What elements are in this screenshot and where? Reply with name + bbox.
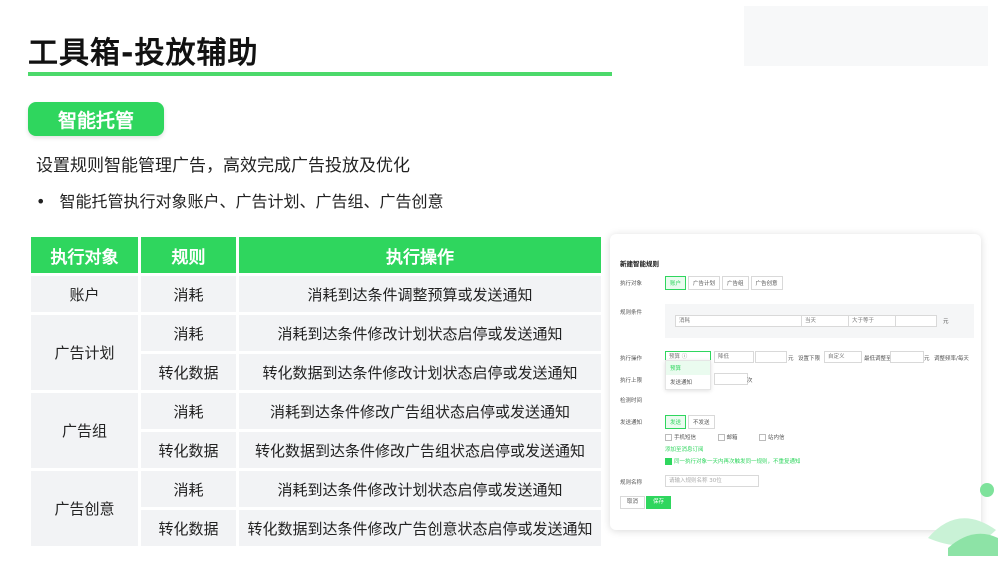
- condition-scope-select[interactable]: 当天: [801, 315, 849, 327]
- label-check-time: 检测时间: [620, 398, 643, 404]
- notify-subscribe-link[interactable]: 添加至消息订阅: [665, 445, 704, 453]
- operation-limit-value: 自定义: [828, 354, 845, 360]
- dropdown-option-budget[interactable]: 预算: [666, 361, 710, 375]
- table-header-row: 执行对象 规则 执行操作: [31, 237, 601, 273]
- target-option-group[interactable]: 广告组: [722, 276, 749, 290]
- notify-segment: 发送 不发送: [665, 415, 717, 429]
- bullet-text: 智能托管执行对象账户、广告计划、广告组、广告创意: [59, 192, 444, 211]
- label-condition: 规则条件: [620, 310, 643, 316]
- condition-scope-value: 当天: [805, 318, 817, 324]
- save-button[interactable]: 保存: [646, 496, 672, 509]
- cell-action: 转化数据到达条件修改计划状态启停或发送通知: [239, 354, 601, 390]
- checkbox-email[interactable]: [717, 434, 725, 441]
- table-row: 广告组 消耗 消耗到达条件修改广告组状态启停或发送通知: [31, 393, 601, 468]
- condition-metric-select[interactable]: 消耗: [675, 315, 803, 327]
- target-segment: 账户 广告计划 广告组 广告创意: [665, 276, 785, 290]
- header-rule: 规则: [141, 237, 236, 273]
- section-subtitle: 设置规则智能管理广告，高效完成广告投放及优化: [36, 156, 410, 176]
- cell-rule: 转化数据: [141, 432, 236, 468]
- table-row: 广告创意 消耗 消耗到达条件修改计划状态启停或发送通知: [31, 471, 601, 546]
- page-title: 工具箱-投放辅助: [28, 36, 259, 71]
- condition-box: 消耗 当天 大于等于 元: [665, 304, 974, 338]
- checkbox-no-repeat[interactable]: [665, 458, 672, 465]
- limit-unit: 次: [747, 378, 753, 384]
- rule-form-screenshot: 新建智能规则 执行对象 账户 广告计划 广告组 广告创意 规则条件 消耗 当天 …: [610, 234, 981, 530]
- label-target: 执行对象: [620, 281, 643, 287]
- cell-rule: 消耗: [141, 471, 236, 507]
- cell-action: 消耗到达条件调整预算或发送通知: [239, 276, 601, 312]
- checkbox-sms[interactable]: [665, 434, 672, 441]
- cell-object: 广告创意: [31, 471, 138, 546]
- operation-amount-input[interactable]: [755, 351, 787, 363]
- rules-table: 执行对象 规则 执行操作 账户 消耗 消耗到达条件调整预算或发送通知 广告计划 …: [28, 234, 604, 549]
- cell-rule: 转化数据: [141, 354, 236, 390]
- label-name: 规则名称: [620, 480, 643, 486]
- condition-metric-value: 消耗: [679, 318, 691, 324]
- decorative-leaf: [928, 518, 998, 556]
- cell-rule: 消耗: [141, 393, 236, 429]
- cell-action: 消耗到达条件修改计划状态启停或发送通知: [239, 315, 601, 351]
- operation-limit-label: 设置下限: [798, 356, 821, 362]
- target-option-account[interactable]: 账户: [665, 276, 687, 290]
- cell-object: 广告计划: [31, 315, 138, 390]
- operation-unit: 元: [788, 356, 794, 362]
- checkbox-inbox[interactable]: [759, 434, 767, 441]
- channel-email: 邮箱: [726, 435, 738, 441]
- decorative-dot: [980, 483, 994, 497]
- operation-type-select[interactable]: 降低: [714, 351, 754, 363]
- cell-action: 消耗到达条件修改广告组状态启停或发送通知: [239, 393, 601, 429]
- operation-limit-select[interactable]: 自定义: [824, 351, 862, 363]
- cell-rule: 消耗: [141, 315, 236, 351]
- target-option-plan[interactable]: 广告计划: [688, 276, 721, 290]
- cell-object: 账户: [31, 276, 138, 312]
- cell-rule: 消耗: [141, 276, 236, 312]
- header-action: 执行操作: [239, 237, 601, 273]
- cancel-button[interactable]: 取消: [620, 496, 646, 509]
- header-object: 执行对象: [31, 237, 138, 273]
- title-underline: [28, 72, 612, 76]
- operation-floor-input[interactable]: [890, 351, 924, 363]
- cell-object: 广告组: [31, 393, 138, 468]
- operation-type-value: 降低: [718, 354, 730, 360]
- table-row: 广告计划 消耗 消耗到达条件修改计划状态启停或发送通知: [31, 315, 601, 390]
- top-right-placeholder: [744, 6, 988, 66]
- cell-rule: 转化数据: [141, 510, 236, 546]
- limit-select[interactable]: [714, 373, 748, 385]
- label-limit: 执行上限: [620, 378, 643, 384]
- rule-name-placeholder: 请输入规则名称 30位: [669, 478, 722, 484]
- condition-operator-select[interactable]: 大于等于: [848, 315, 896, 327]
- rule-name-input[interactable]: 请输入规则名称 30位: [665, 475, 759, 487]
- label-operation: 执行操作: [620, 356, 643, 362]
- notify-option-send[interactable]: 发送: [665, 415, 687, 429]
- condition-value-input[interactable]: [895, 315, 937, 327]
- bullet-marker: •: [36, 192, 46, 211]
- notify-option-nosend[interactable]: 不发送: [688, 415, 715, 429]
- notify-channels: 手机短信 邮箱 站内信: [665, 433, 785, 441]
- channel-sms: 手机短信: [674, 435, 697, 441]
- section-badge: 智能托管: [28, 102, 164, 136]
- dropdown-option-notify[interactable]: 发送通知: [666, 375, 710, 389]
- condition-unit: 元: [943, 319, 949, 325]
- table-row: 账户 消耗 消耗到达条件调整预算或发送通知: [31, 276, 601, 312]
- operation-floor-label: 最低调整至: [864, 356, 892, 362]
- form-title: 新建智能规则: [620, 260, 659, 268]
- condition-operator-value: 大于等于: [852, 318, 875, 324]
- channel-inbox: 站内信: [768, 435, 785, 441]
- cell-action: 转化数据到达条件修改广告组状态启停或发送通知: [239, 432, 601, 468]
- label-notify: 发送通知: [620, 420, 643, 426]
- operation-dropdown: 预算 发送通知: [665, 360, 711, 390]
- sync-note-text: 同一执行对象一天内再次触发同一规则，不重复通知: [674, 459, 801, 465]
- cell-action: 消耗到达条件修改计划状态启停或发送通知: [239, 471, 601, 507]
- operation-tail: 调整频率/每天: [934, 356, 969, 362]
- target-option-creative[interactable]: 广告创意: [750, 276, 783, 290]
- sync-note: 同一执行对象一天内再次触发同一规则，不重复通知: [665, 457, 801, 465]
- operation-floor-unit: 元: [924, 356, 930, 362]
- cell-action: 转化数据到达条件修改广告创意状态启停或发送通知: [239, 510, 601, 546]
- bullet-item: • 智能托管执行对象账户、广告计划、广告组、广告创意: [36, 188, 443, 212]
